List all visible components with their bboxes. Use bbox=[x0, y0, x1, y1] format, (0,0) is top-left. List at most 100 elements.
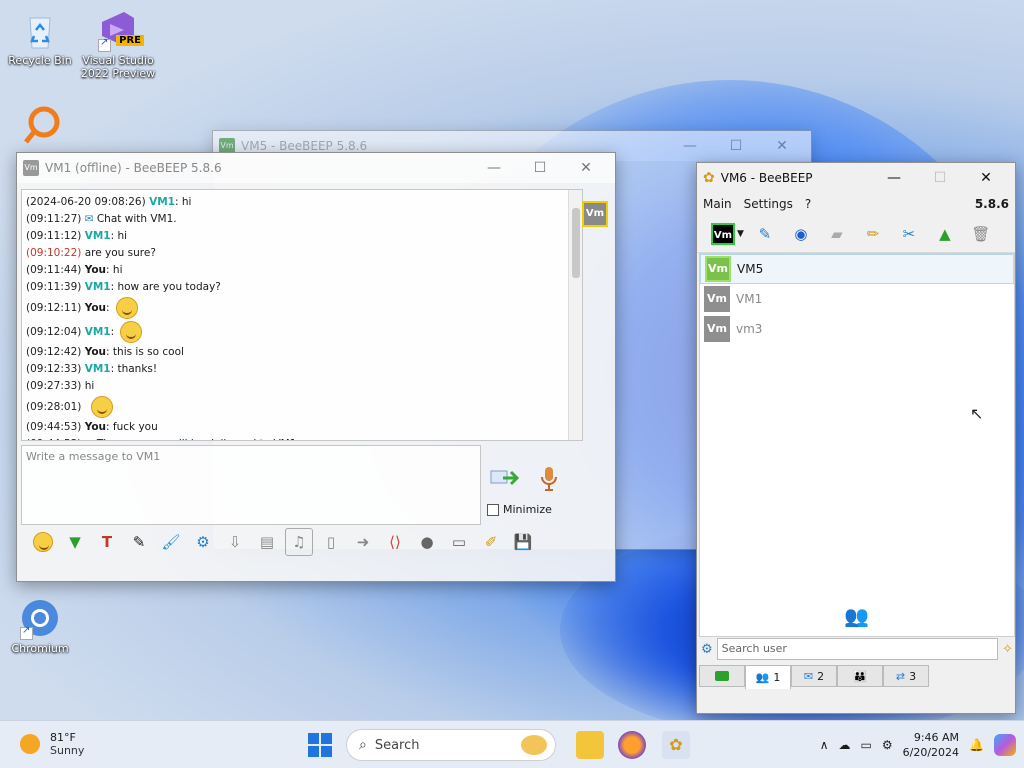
message-text: how are you today? bbox=[114, 281, 221, 293]
menu-main[interactable]: Main bbox=[703, 197, 732, 211]
user-avatar: Vm bbox=[704, 286, 730, 312]
tools-icon[interactable]: ✂ bbox=[894, 219, 924, 249]
tab-users[interactable]: 👥 1 bbox=[745, 665, 791, 689]
file-explorer-icon[interactable] bbox=[576, 731, 604, 759]
maximize-button[interactable]: ☐ bbox=[713, 138, 759, 154]
chat-message: (09:11:12) VM1: hi bbox=[22, 228, 582, 245]
folder-icon[interactable]: ▰ bbox=[822, 219, 852, 249]
tab-chats[interactable]: ✉ 2 bbox=[791, 665, 837, 687]
emoji-icon bbox=[120, 321, 143, 343]
minimize-button[interactable]: — bbox=[667, 138, 713, 154]
close-button[interactable]: ✕ bbox=[963, 170, 1009, 186]
close-button[interactable]: ✕ bbox=[759, 138, 805, 154]
send-message-icon[interactable] bbox=[489, 467, 521, 489]
display-icon[interactable]: ▭ bbox=[861, 738, 872, 752]
chat-message: (09:11:39) VM1: how are you today? bbox=[22, 279, 582, 296]
settings-gear-icon[interactable]: ⚙ bbox=[189, 528, 217, 556]
vm1-titlebar[interactable]: Vm VM1 (offline) - BeeBEEP 5.8.6 — ☐ ✕ bbox=[17, 153, 615, 183]
vm6-main-window[interactable]: ✿ VM6 - BeeBEEP — ☐ ✕ Main Settings ? 5.… bbox=[696, 162, 1016, 714]
pencil-icon[interactable]: ✏ bbox=[858, 219, 888, 249]
vm1-avatar: Vm bbox=[582, 201, 608, 227]
edit-profile-icon[interactable]: ✎ bbox=[750, 219, 780, 249]
search-settings-icon[interactable]: ⚙ bbox=[701, 642, 713, 657]
vm1-chat-window[interactable]: Vm VM1 (offline) - BeeBEEP 5.8.6 — ☐ ✕ (… bbox=[16, 152, 616, 582]
online-icon bbox=[715, 671, 729, 681]
message-sender: You bbox=[84, 264, 107, 276]
pre-badge: PRE bbox=[116, 35, 144, 46]
message-input[interactable]: Write a message to VM1 bbox=[21, 445, 481, 525]
maximize-button[interactable]: ☐ bbox=[917, 170, 963, 186]
minimize-checkbox[interactable] bbox=[487, 503, 499, 516]
message-timestamp: (09:11:44) bbox=[26, 264, 82, 276]
desktop-icon-visual-studio[interactable]: PRE Visual Studio 2022 Preview bbox=[78, 8, 158, 80]
send-file-icon[interactable]: ➜ bbox=[349, 528, 377, 556]
chevron-down-icon[interactable]: ▼ bbox=[737, 229, 744, 239]
desktop-icon-partial[interactable] bbox=[0, 104, 80, 150]
message-sender: VM1 bbox=[149, 196, 175, 208]
tab-groups[interactable]: 👪 bbox=[837, 665, 883, 687]
copilot-icon[interactable] bbox=[994, 734, 1016, 756]
user-list-item[interactable]: Vm VM1 bbox=[700, 284, 1014, 314]
screenshot-icon[interactable]: ⇩ bbox=[221, 528, 249, 556]
font-color-icon[interactable]: ✎ bbox=[125, 528, 153, 556]
plugins-icon[interactable]: ▲ bbox=[930, 219, 960, 249]
start-button[interactable] bbox=[308, 733, 332, 757]
beebeep-app-icon: Vm bbox=[23, 160, 39, 176]
message-timestamp: (09:12:04) bbox=[26, 326, 82, 338]
file-icon[interactable]: ▯ bbox=[317, 528, 345, 556]
menu-settings[interactable]: Settings bbox=[744, 197, 793, 211]
close-button[interactable]: ✕ bbox=[563, 160, 609, 176]
tab-files[interactable]: ⇄ 3 bbox=[883, 665, 929, 687]
emoticons-icon[interactable] bbox=[29, 528, 57, 556]
sun-icon bbox=[20, 734, 40, 754]
chat-message: (09:12:33) VM1: thanks! bbox=[22, 361, 582, 378]
search-user-input[interactable]: Search user bbox=[716, 638, 999, 660]
user-list[interactable]: Vm VM5 Vm VM1 Vm vm3 ↖ 👥 bbox=[699, 253, 1015, 637]
user-list-item[interactable]: Vm vm3 bbox=[700, 314, 1014, 344]
message-text: hi bbox=[109, 264, 123, 276]
firefox-icon[interactable] bbox=[618, 731, 646, 759]
maximize-button[interactable]: ☐ bbox=[517, 160, 563, 176]
html-icon[interactable]: ⟨⟩ bbox=[381, 528, 409, 556]
menu-help[interactable]: ? bbox=[805, 197, 811, 211]
magnifier-app-icon bbox=[18, 104, 62, 148]
chat-message: (09:12:04) VM1: bbox=[22, 320, 582, 344]
trash-icon[interactable]: 🗑 bbox=[966, 219, 996, 249]
chat-message: (2024-06-20 09:08:26) VM1: hi bbox=[22, 194, 582, 211]
minimize-checkbox-row[interactable]: Minimize bbox=[487, 503, 552, 516]
dropdown-arrow-icon[interactable]: ▼ bbox=[61, 528, 89, 556]
vm6-titlebar[interactable]: ✿ VM6 - BeeBEEP — ☐ ✕ bbox=[697, 163, 1015, 193]
desktop-icon-chromium[interactable]: Chromium bbox=[0, 596, 80, 655]
network-status-icon[interactable]: ⚙ bbox=[882, 738, 893, 752]
beebeep-taskbar-icon[interactable]: ✿ bbox=[662, 731, 690, 759]
weather-widget[interactable]: 81°F Sunny bbox=[20, 731, 84, 757]
record-icon[interactable]: ● bbox=[413, 528, 441, 556]
minimize-button[interactable]: — bbox=[471, 160, 517, 176]
font-icon[interactable]: T bbox=[93, 528, 121, 556]
message-timestamp: (09:10:22) bbox=[26, 247, 82, 259]
taskbar-search[interactable]: ⌕ Search bbox=[346, 729, 556, 761]
my-status-avatar[interactable]: Vm bbox=[711, 222, 735, 245]
network-icon[interactable]: ◉ bbox=[786, 219, 816, 249]
microphone-icon[interactable] bbox=[539, 465, 559, 493]
clear-search-icon[interactable]: ✧ bbox=[1002, 642, 1013, 657]
clock[interactable]: 9:46 AM 6/20/2024 bbox=[903, 730, 959, 760]
voice-message-icon[interactable]: ♫ bbox=[285, 528, 313, 556]
visual-studio-icon: PRE bbox=[96, 8, 144, 52]
desktop-icon-recycle-bin[interactable]: Recycle Bin bbox=[0, 8, 80, 67]
tab-online[interactable] bbox=[699, 665, 745, 687]
notes-icon[interactable]: ✐ bbox=[477, 528, 505, 556]
chevron-up-icon[interactable]: ∧ bbox=[820, 738, 829, 752]
chat-scrollbar[interactable] bbox=[568, 190, 582, 440]
brush-icon[interactable]: 🖌 bbox=[157, 528, 185, 556]
user-list-item[interactable]: Vm VM5 bbox=[700, 254, 1014, 284]
chat-history[interactable]: (2024-06-20 09:08:26) VM1: hi (09:11:27) … bbox=[21, 189, 583, 441]
user-name: vm3 bbox=[736, 322, 763, 336]
history-icon[interactable]: ▤ bbox=[253, 528, 281, 556]
cloud-icon[interactable]: ☁ bbox=[839, 738, 851, 752]
clear-icon[interactable]: ▭ bbox=[445, 528, 473, 556]
notification-bell-icon[interactable]: 🔔 bbox=[969, 738, 984, 752]
message-separator: : bbox=[110, 326, 115, 338]
minimize-button[interactable]: — bbox=[871, 170, 917, 186]
save-icon[interactable]: 💾 bbox=[509, 528, 537, 556]
